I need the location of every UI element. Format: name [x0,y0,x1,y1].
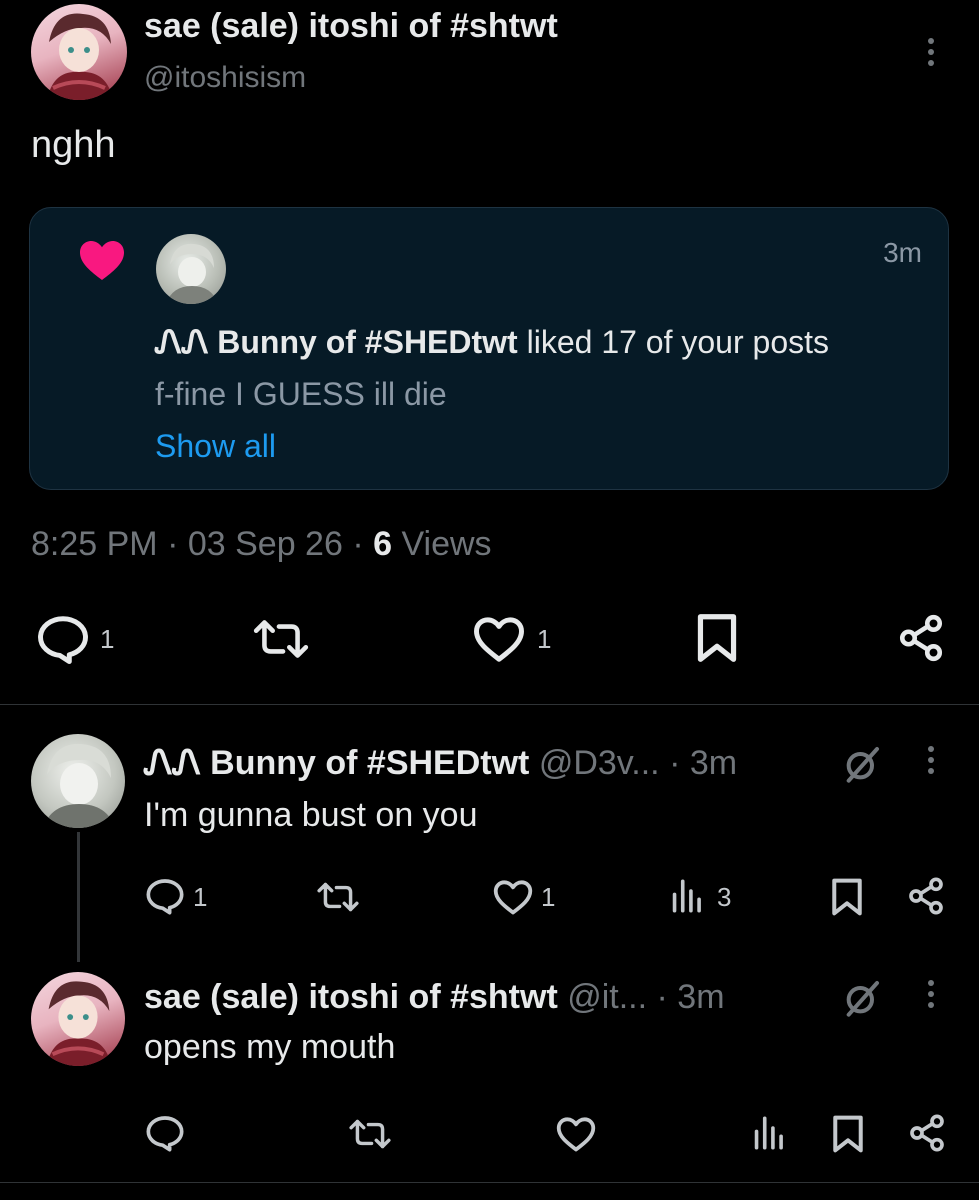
reply-author-name[interactable]: sae (sale) itoshi of #shtwt [144,978,558,1016]
reply-icon[interactable] [145,1114,185,1152]
repost-icon[interactable] [348,1115,392,1153]
author-display-name[interactable]: sae (sale) itoshi of #shtwt [144,6,558,46]
heart-icon [78,238,126,282]
separator: · [342,525,374,563]
reply-text: opens my mouth [144,1028,396,1066]
share-icon[interactable] [896,612,946,664]
bookmark-icon[interactable] [695,612,739,664]
avatar[interactable] [31,734,125,828]
thread-line [77,832,80,962]
post-date: 03 Sep 26 [187,525,343,563]
reply-author-handle[interactable]: @D3v... [539,744,660,782]
post-text: nghh [31,124,116,166]
more-options-icon[interactable] [925,980,937,1008]
grok-icon[interactable] [842,744,882,784]
views-icon[interactable] [751,1115,785,1151]
like-count: 1 [541,882,556,912]
bookmark-icon[interactable] [830,877,864,917]
post-time: 8:25 PM [31,525,158,563]
notification-card[interactable]: 3m ᏁᏁ Bunny of #SHEDtwt liked 17 of your… [29,207,949,490]
separator: · [157,525,188,563]
actor-name[interactable]: ᏁᏁ Bunny of #SHEDtwt [155,324,518,360]
views-icon[interactable] [669,878,703,914]
like-count: 1 [537,624,552,654]
avatar[interactable] [31,4,127,100]
repost-icon[interactable] [252,614,310,664]
share-icon[interactable] [907,1113,947,1153]
views-count[interactable]: 6 [373,525,392,563]
reply-time[interactable]: · 3m [669,744,737,782]
preview-text: f-fine I GUESS ill die [155,376,447,412]
reply-count: 1 [193,882,208,912]
repost-icon[interactable] [316,878,360,916]
bookmark-icon[interactable] [831,1114,865,1154]
views-count: 3 [717,882,732,912]
like-icon[interactable] [472,614,526,664]
notification-summary: ᏁᏁ Bunny of #SHEDtwt liked 17 of your po… [155,322,829,362]
post-meta: 8:25 PM · 03 Sep 26 · 6 Views [31,523,492,565]
reply-text: I'm gunna bust on you [144,796,478,834]
action-text: liked 17 of your posts [517,324,829,360]
divider [0,704,979,705]
more-options-icon[interactable] [925,38,937,66]
notification-time: 3m [883,237,922,268]
reply-header: ᏁᏁ Bunny of #SHEDtwt @D3v... · 3m [144,742,737,784]
show-all-link[interactable]: Show all [155,426,276,466]
reply-author-handle[interactable]: @it... [567,978,647,1016]
share-icon[interactable] [906,876,946,916]
reply-header: sae (sale) itoshi of #shtwt @it... · 3m [144,976,725,1018]
divider [0,1182,979,1183]
like-icon[interactable] [555,1115,597,1153]
reply-icon[interactable] [36,614,90,664]
more-options-icon[interactable] [925,746,937,774]
author-handle[interactable]: @itoshisism [144,60,306,96]
reply-author-name[interactable]: ᏁᏁ Bunny of #SHEDtwt [144,744,529,782]
reply-time[interactable]: · 3m [657,978,725,1016]
reply-icon[interactable] [145,877,185,915]
reply-count: 1 [100,624,115,654]
actor-avatar[interactable] [156,234,226,304]
grok-icon[interactable] [842,978,882,1018]
like-icon[interactable] [492,878,534,916]
views-label[interactable]: Views [392,525,491,563]
avatar[interactable] [31,972,125,1066]
